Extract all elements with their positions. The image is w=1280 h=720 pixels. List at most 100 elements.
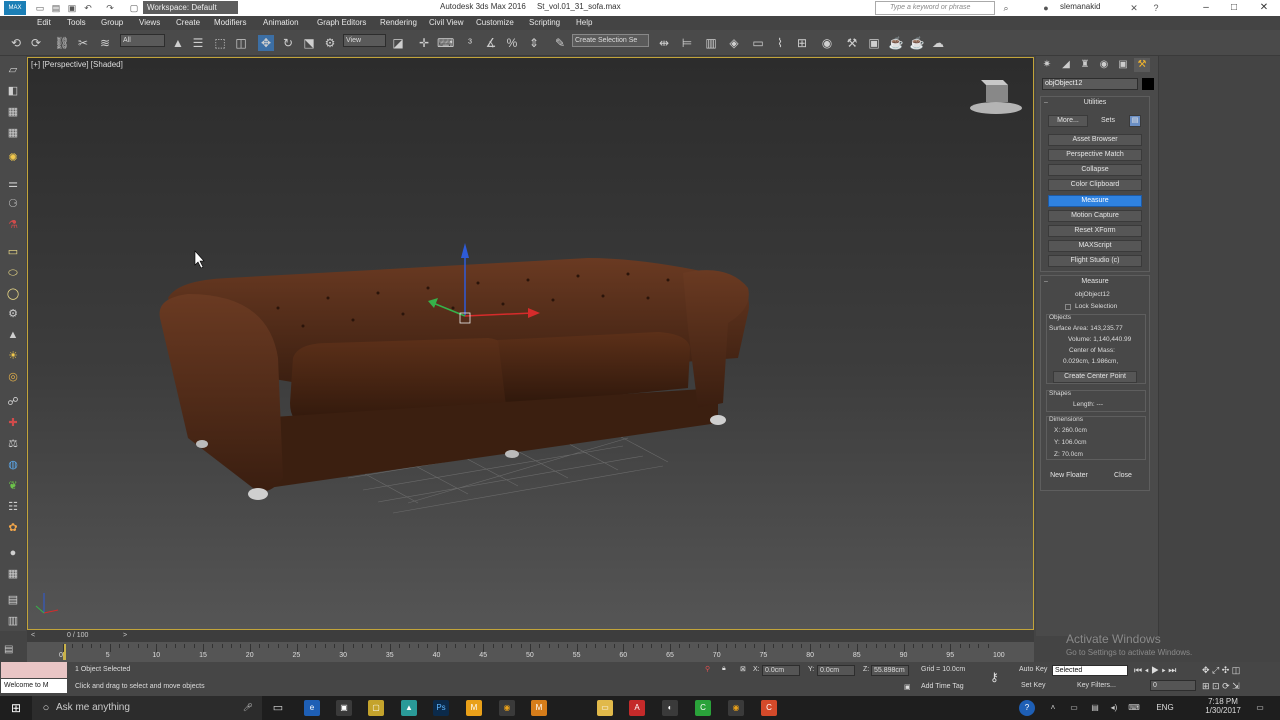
key-mode-dropdown[interactable]: Selected (1052, 665, 1128, 676)
schematic-view-icon[interactable]: ⊞ (794, 35, 810, 51)
lock-selection-icon[interactable]: 🔒︎ (722, 665, 726, 673)
minimize-button[interactable]: – (1192, 0, 1220, 16)
app-green-icon[interactable]: C (695, 700, 711, 716)
menu-group[interactable]: Group (101, 18, 123, 27)
graphite-icon[interactable]: ◧ (5, 83, 21, 99)
search-input[interactable]: Type a keyword or phrase (875, 1, 995, 15)
acrobat-icon[interactable]: A (629, 700, 645, 716)
display-tab-icon[interactable]: ▣ (1115, 58, 1131, 72)
grid-icon[interactable]: ▦ (5, 125, 21, 141)
tool-h-icon[interactable]: ✿ (5, 520, 21, 536)
utility-maxscript[interactable]: MAXScript (1048, 240, 1142, 252)
manipulate-icon[interactable]: ✛ (416, 35, 432, 51)
sphere-tool-icon[interactable]: ● (5, 545, 21, 561)
pivot-center-icon[interactable]: ◪ (390, 35, 406, 51)
chrome-icon[interactable]: ◉ (499, 700, 515, 716)
object-name-field[interactable]: objObject12 (1042, 78, 1138, 90)
angle-snap-icon[interactable]: ∡ (483, 35, 499, 51)
link-icon[interactable]: ⛓ (54, 35, 70, 51)
start-button[interactable]: ⊞ (8, 700, 24, 716)
layer-explorer-icon[interactable]: ◈ (726, 35, 742, 51)
3dsmax-icon[interactable]: ▲ (401, 700, 417, 716)
x-coord-field[interactable]: 0.0cm (762, 665, 800, 676)
redo-icon[interactable]: ⟳ (28, 35, 44, 51)
close-info-icon[interactable]: ✕ (1128, 2, 1140, 14)
store-icon[interactable]: ▣ (336, 700, 352, 716)
utility-flight-studio[interactable]: Flight Studio (c) (1048, 255, 1142, 267)
create-center-point-button[interactable]: Create Center Point (1053, 371, 1137, 383)
open-file-icon[interactable]: ▤ (50, 2, 62, 14)
set-key-icon[interactable]: ⚷ (990, 670, 999, 684)
snaps-toggle-icon[interactable]: ³ (462, 35, 478, 51)
z-coord-field[interactable]: 55.898cm (871, 665, 909, 676)
tool-a-icon[interactable]: ⚌ (5, 176, 21, 192)
cortana-search[interactable]: Ask me anything (32, 696, 262, 720)
chrome2-icon[interactable]: ◉ (728, 700, 744, 716)
auto-key-button[interactable]: Auto Key (1019, 666, 1047, 673)
lock-selection-checkbox[interactable] (1065, 304, 1071, 310)
menu-tools[interactable]: Tools (67, 18, 86, 27)
cone-icon[interactable]: ▲ (5, 327, 21, 343)
isolate-icon[interactable]: ⚲ (705, 665, 710, 673)
close-measure-button[interactable]: Close (1103, 470, 1143, 482)
binoculars-icon[interactable]: ⌕ (1000, 2, 1012, 14)
menu-customize[interactable]: Customize (476, 18, 514, 27)
sun-icon[interactable]: ☀ (5, 348, 21, 364)
render-setup-icon[interactable]: ⚒ (844, 35, 860, 51)
user-icon[interactable]: ● (1040, 2, 1052, 14)
render-production-icon[interactable]: ☕ (888, 35, 904, 51)
configure-sets-icon[interactable]: ▤ (1129, 115, 1141, 127)
time-tag-icon[interactable]: ▣ (904, 683, 911, 691)
select-object-icon[interactable]: ▲ (170, 35, 186, 51)
mirror-icon[interactable]: ⇹ (656, 35, 672, 51)
menu-civil-view[interactable]: Civil View (429, 18, 464, 27)
help-tray-icon[interactable]: ? (1019, 700, 1035, 716)
volume-icon[interactable]: ◂) (1106, 700, 1122, 716)
texture-icon[interactable]: ▦ (5, 104, 21, 120)
tray-app-icon[interactable]: ▭ (1066, 700, 1082, 716)
perspective-viewport[interactable]: [+] [Perspective] [Shaded] (27, 57, 1034, 630)
motion-tab-icon[interactable]: ◉ (1096, 58, 1112, 72)
utilities-tab-icon[interactable]: ⚒ (1134, 58, 1150, 72)
rendered-frame-window-icon[interactable]: ▣ (866, 35, 882, 51)
menu-graph-editors[interactable]: Graph Editors (317, 18, 366, 27)
material-editor-icon[interactable]: ◉ (819, 35, 835, 51)
app-m2-icon[interactable]: M (531, 700, 547, 716)
app-red-icon[interactable]: C (761, 700, 777, 716)
viewcube[interactable] (970, 80, 1022, 114)
tool-b-icon[interactable]: ⚆ (5, 196, 21, 212)
maxscript-prompt[interactable]: Welcome to M (1, 679, 67, 693)
tool-g-icon[interactable]: ☷ (5, 499, 21, 515)
action-center-icon[interactable]: ▭ (1252, 700, 1268, 716)
undo-icon[interactable]: ↶ (82, 2, 94, 14)
undo-icon[interactable]: ⟲ (8, 35, 24, 51)
absolute-mode-icon[interactable]: ⊠ (740, 665, 746, 673)
tool-j-icon[interactable]: ▥ (5, 613, 21, 629)
help-icon[interactable]: ? (1150, 2, 1162, 14)
viewport-nav-icons[interactable]: ✥ ⤢ ✣ ◫ (1202, 665, 1240, 676)
calculator-icon[interactable]: ▦ (5, 566, 21, 582)
network-icon[interactable]: ▤ (1087, 700, 1103, 716)
photoshop-icon[interactable]: Ps (433, 700, 449, 716)
utilities-rollout-header[interactable]: – Utilities (1041, 97, 1149, 108)
menu-create[interactable]: Create (176, 18, 200, 27)
box-icon[interactable]: ▭ (5, 244, 21, 260)
workspace-dropdown[interactable]: Workspace: Default (143, 1, 238, 14)
percent-snap-icon[interactable]: % (504, 35, 520, 51)
modeling-icon[interactable]: ▱ (5, 62, 21, 78)
app-menu-button[interactable]: MAX (4, 1, 26, 15)
measure-rollout-header[interactable]: – Measure (1041, 276, 1149, 287)
app-circle-icon[interactable]: ◐ (662, 700, 678, 716)
select-and-place-icon[interactable]: ⚙ (322, 35, 338, 51)
edit-named-selection-icon[interactable]: ✎ (552, 35, 568, 51)
menu-scripting[interactable]: Scripting (529, 18, 560, 27)
selection-filter-dropdown[interactable]: All (120, 34, 165, 47)
next-frame-icon[interactable]: > (123, 632, 127, 639)
utility-reset-xform[interactable]: Reset XForm (1048, 225, 1142, 237)
utility-perspective-match[interactable]: Perspective Match (1048, 149, 1142, 161)
sofa-model[interactable] (28, 58, 1034, 630)
new-file-icon[interactable]: ▭ (34, 2, 46, 14)
select-by-name-icon[interactable]: ☰ (190, 35, 206, 51)
select-and-move-icon[interactable]: ✥ (258, 35, 274, 51)
file-explorer-icon[interactable]: ▭ (597, 700, 613, 716)
